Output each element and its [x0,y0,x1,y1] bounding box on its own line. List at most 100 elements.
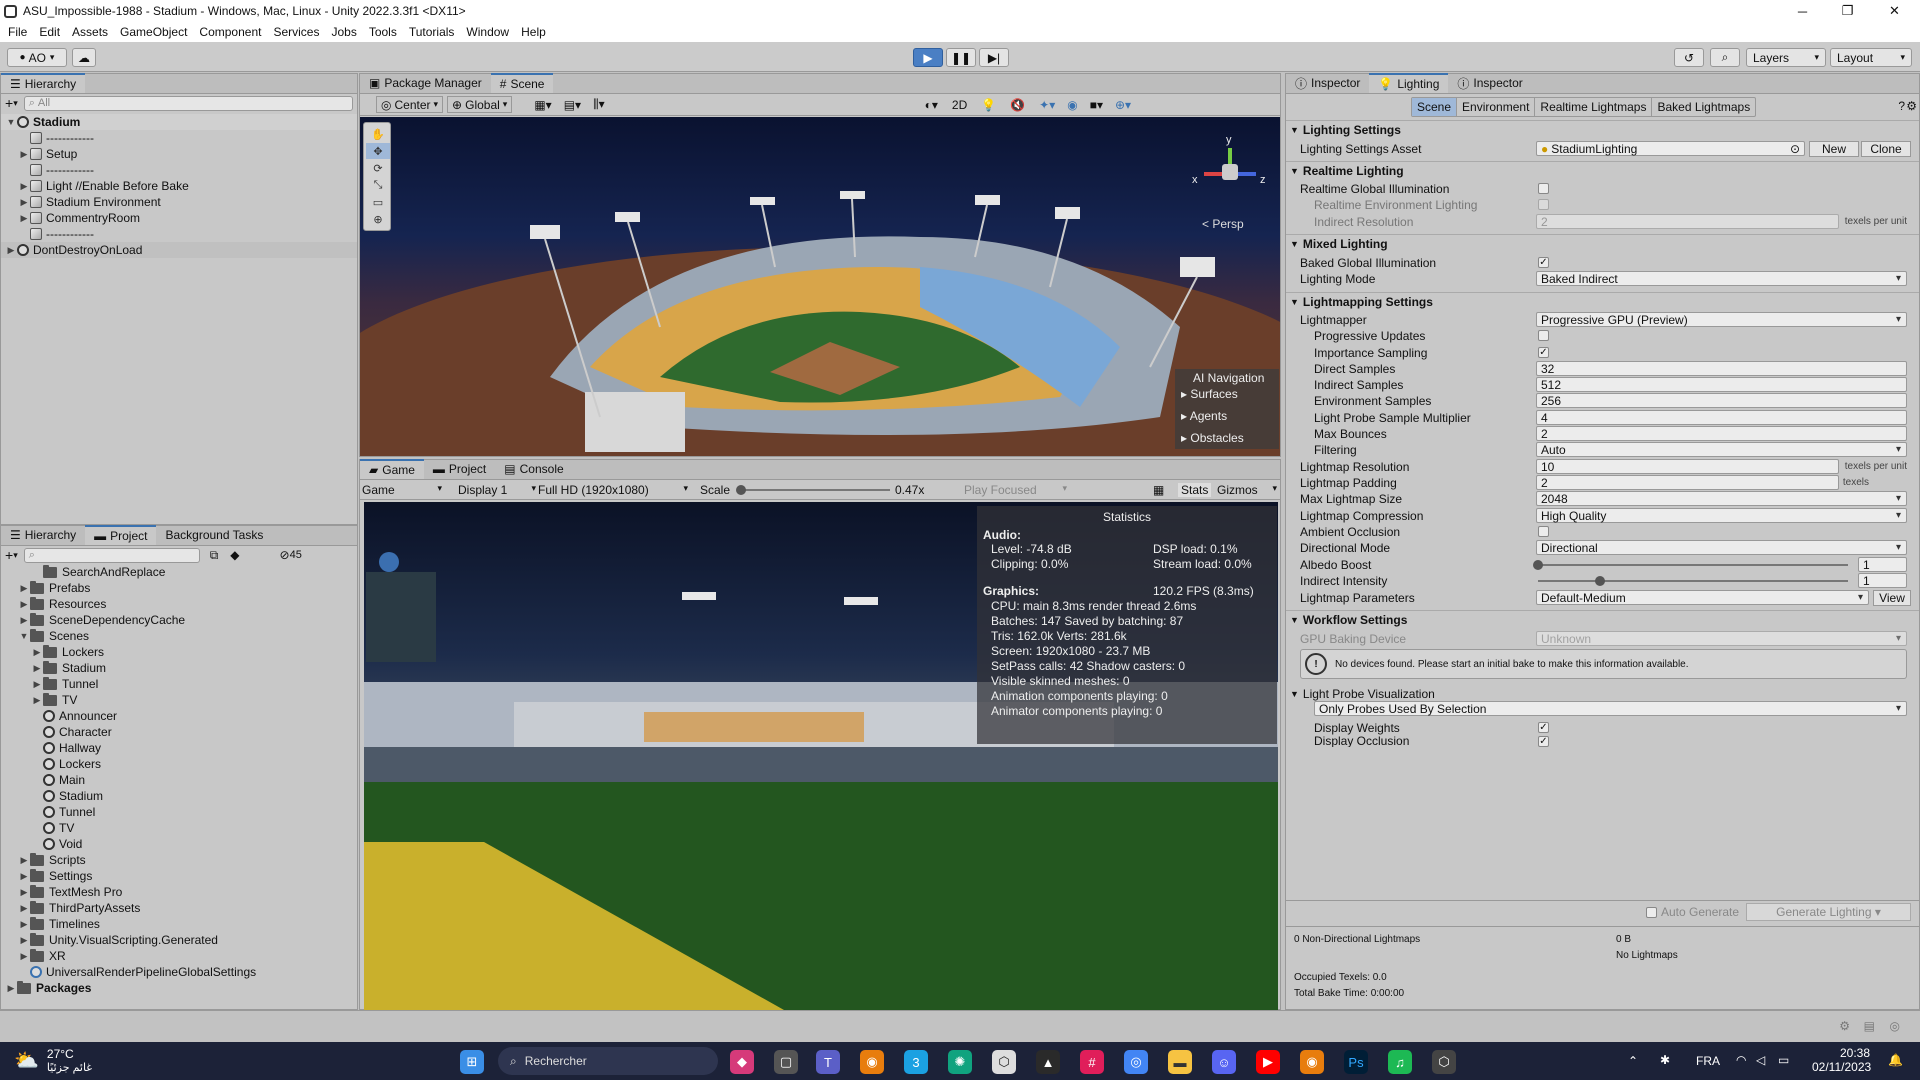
realtime-gi-checkbox[interactable] [1538,183,1549,194]
project-item[interactable]: ▶ Tunnel [1,676,357,692]
project-item[interactable]: ▶ TV [1,692,357,708]
project-item[interactable]: ▶ Timelines [1,916,357,932]
tab-scene[interactable]: # Scene [490,73,554,93]
tab-hierarchy[interactable]: ☰ Hierarchy [1,73,86,93]
youtube-icon[interactable]: ▶ [1256,1050,1280,1074]
add-icon[interactable]: + [5,547,13,563]
project-item[interactable]: ▶ Resources [1,596,357,612]
collapsed-arrow-icon[interactable]: ▶ [18,181,30,192]
object-picker-icon[interactable]: ⊙ [1790,142,1800,156]
search-button[interactable]: ⌕ [1710,48,1740,67]
space-dropdown[interactable]: ⊕ Global ▾ [447,96,513,113]
widgets-app-icon[interactable]: ◆ [730,1050,754,1074]
collapsed-arrow-icon[interactable]: ▶ [31,695,43,706]
maximize-button[interactable]: ❐ [1825,0,1870,22]
language-indicator[interactable]: FRA [1696,1054,1720,1068]
collapsed-arrow-icon[interactable]: ▶ [18,951,30,962]
explorer-icon[interactable]: ▬ [1168,1050,1192,1074]
collapsed-arrow-icon[interactable]: ▶ [18,903,30,914]
project-item[interactable]: ▶ Prefabs [1,580,357,596]
importance-sampling-checkbox[interactable]: ✓ [1538,347,1549,358]
align-icon[interactable]: ⫼▾ [593,97,605,112]
ambient-occlusion-checkbox[interactable] [1538,526,1549,537]
menu-file[interactable]: File [4,25,35,39]
section-lightmapping[interactable]: ▼ Lightmapping Settings [1286,292,1919,310]
menu-services[interactable]: Services [269,25,327,39]
project-item[interactable]: ▶ ThirdPartyAssets [1,900,357,916]
hidden-objects-icon[interactable]: ◉ [1067,98,1077,112]
collapsed-arrow-icon[interactable]: ▶ [5,245,17,256]
indirect-samples-input[interactable]: 512 [1536,377,1907,392]
project-item[interactable]: ▶ Settings [1,868,357,884]
menu-gameobject[interactable]: GameObject [116,25,195,39]
menu-tutorials[interactable]: Tutorials [405,25,463,39]
battery-icon[interactable]: ▭ [1778,1053,1789,1067]
lighting-asset-field[interactable]: ● StadiumLighting ⊙ [1536,141,1805,156]
project-item[interactable]: ▶ Packages [1,980,357,996]
teams-icon[interactable]: T [816,1050,840,1074]
effects-toggle-icon[interactable]: ✦▾ [1039,98,1055,112]
transform-tool-icon[interactable]: ⊕ [366,211,390,227]
directional-mode-dropdown[interactable]: Directional [1536,540,1907,555]
hierarchy-item[interactable]: ▼ Stadium [1,114,357,130]
auto-generate-checkbox[interactable] [1646,906,1657,918]
clone-button[interactable]: Clone [1861,140,1911,157]
collapsed-arrow-icon[interactable]: ▶ [18,197,30,208]
generate-lighting-button[interactable]: Generate Lighting ▾ [1746,903,1911,921]
tray-app-icon[interactable]: ✱ [1660,1053,1670,1067]
volume-icon[interactable]: ◁ [1756,1053,1765,1067]
collapsed-arrow-icon[interactable]: ▶ [18,887,30,898]
ai-nav-agents[interactable]: ▸ Agents [1181,409,1273,423]
project-item[interactable]: ▶ Unity.VisualScripting.Generated [1,932,357,948]
settings-gear-icon[interactable]: ⚙ [1906,99,1917,113]
camera-icon[interactable]: ■▾ [1090,98,1103,112]
subtab-realtime-lightmaps[interactable]: Realtime Lightmaps [1534,98,1651,116]
gizmos-dropdown[interactable]: Gizmos ▾ [1217,483,1277,497]
hierarchy-item[interactable]: ▶ Light //Enable Before Bake [1,178,357,194]
collapsed-arrow-icon[interactable]: ▶ [5,983,17,994]
add-dropdown-icon[interactable]: ▾ [13,550,18,561]
project-item[interactable]: ▶ Lockers [1,644,357,660]
filtering-dropdown[interactable]: Auto [1536,442,1907,457]
hidden-packages-icon[interactable]: ⊘ [280,548,290,562]
collapsed-arrow-icon[interactable]: ▶ [18,583,30,594]
resolution-dropdown[interactable]: Full HD (1920x1080) ▾ [538,483,690,497]
step-button[interactable]: ▶| [979,48,1009,67]
display-dropdown[interactable]: Display 1 ▾ [458,483,536,497]
baked-gi-checkbox[interactable]: ✓ [1538,257,1549,268]
increment-snap-icon[interactable]: ▤▾ [564,98,581,112]
gizmos-toggle-icon[interactable]: ⊕▾ [1115,98,1131,112]
unity-editor-icon[interactable]: ⬡ [1432,1050,1456,1074]
menu-edit[interactable]: Edit [35,25,68,39]
stats-button[interactable]: Stats [1178,482,1212,497]
gpu-device-dropdown[interactable]: Unknown [1536,631,1907,646]
unity-hub-icon[interactable]: ⬡ [992,1050,1016,1074]
hierarchy-item[interactable]: ------------ [1,162,357,178]
move-tool-icon[interactable]: ✥ [366,143,390,159]
menu-jobs[interactable]: Jobs [327,25,364,39]
hierarchy-item[interactable]: ▶ Stadium Environment [1,194,357,210]
progressive-updates-checkbox[interactable] [1538,330,1549,341]
history-button[interactable]: ↺ [1674,48,1704,67]
filter-label-icon[interactable]: ◆ [230,548,239,562]
lightmap-padding-input[interactable]: 2 [1536,475,1839,490]
hierarchy-search-input[interactable]: ⌕ All [23,95,353,111]
collapsed-arrow-icon[interactable]: ▶ [18,919,30,930]
menu-tools[interactable]: Tools [365,25,405,39]
add-dropdown-icon[interactable]: ▾ [13,98,18,109]
lighting-toggle-icon[interactable]: 💡 [981,98,996,112]
rect-tool-icon[interactable]: ▭ [366,194,390,210]
project-item[interactable]: Void [1,836,357,852]
hierarchy-item[interactable]: ▶ DontDestroyOnLoad [1,242,357,258]
subtab-scene[interactable]: Scene [1412,98,1457,116]
gallery-icon[interactable]: ▲ [1036,1050,1060,1074]
collapsed-arrow-icon[interactable]: ▶ [31,647,43,658]
project-item[interactable]: Tunnel [1,804,357,820]
cloud-button[interactable]: ☁ [72,48,96,67]
collapsed-arrow-icon[interactable]: ▶ [31,679,43,690]
project-search-input[interactable]: ⌕ [23,547,200,563]
project-item[interactable]: TV [1,820,357,836]
game-view-dropdown[interactable]: Game ▾ [362,483,444,497]
project-item[interactable]: Hallway [1,740,357,756]
project-item[interactable]: Character [1,724,357,740]
